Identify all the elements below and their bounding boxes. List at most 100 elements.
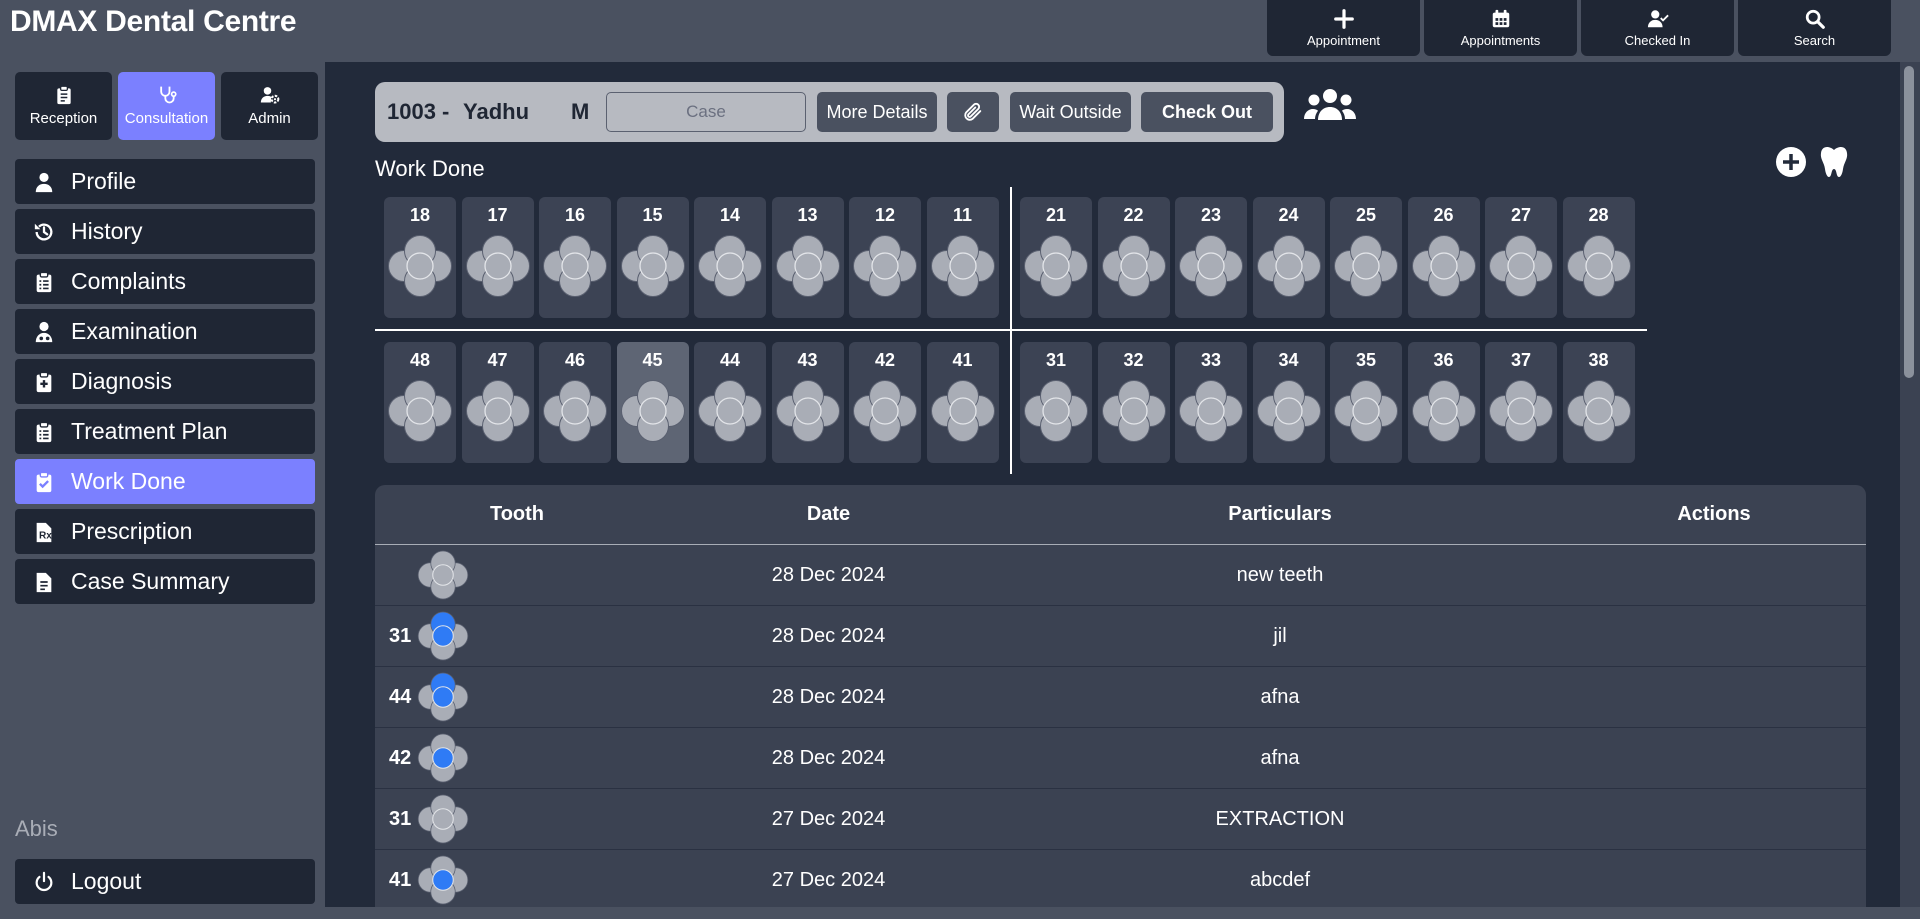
tooth-surface-center xyxy=(1507,252,1535,280)
tooth-15[interactable]: 15 xyxy=(616,197,689,318)
sidebar-item-label: Treatment Plan xyxy=(71,418,228,444)
tooth-45[interactable]: 45 xyxy=(616,342,689,463)
tooth-icon[interactable] xyxy=(1819,144,1849,178)
table-row[interactable]: 28 Dec 2024 new teeth xyxy=(375,545,1866,606)
tooth-13[interactable]: 13 xyxy=(771,197,844,318)
table-row[interactable]: 31 28 Dec 2024 jil xyxy=(375,606,1866,667)
tooth-number: 33 xyxy=(1200,350,1222,370)
scrollbar-thumb[interactable] xyxy=(1904,66,1914,378)
tooth-41[interactable]: 41 xyxy=(926,342,999,463)
tooth-28[interactable]: 28 xyxy=(1562,197,1635,318)
sidebar-item-history[interactable]: History xyxy=(15,209,315,254)
search-label: Search xyxy=(1793,33,1836,48)
tooth-34[interactable]: 34 xyxy=(1252,342,1325,463)
cell-date: 28 Dec 2024 xyxy=(771,624,886,647)
tooth-17[interactable]: 17 xyxy=(461,197,534,318)
mode-consultation[interactable]: Consultation xyxy=(118,72,215,140)
mode-admin[interactable]: Admin xyxy=(221,72,318,140)
case-input[interactable] xyxy=(606,92,806,132)
search-button[interactable]: Search xyxy=(1738,0,1891,56)
section-title: Work Done xyxy=(375,156,485,181)
checked-in-button[interactable]: Checked In xyxy=(1581,0,1734,56)
tooth-18[interactable]: 18 xyxy=(384,197,456,318)
tooth-32[interactable]: 32 xyxy=(1097,342,1170,463)
table-row[interactable]: 31 27 Dec 2024 EXTRACTION xyxy=(375,789,1866,850)
table-row[interactable]: 42 28 Dec 2024 afna xyxy=(375,728,1866,789)
cell-tooth: 42 xyxy=(375,730,659,786)
tooth-44[interactable]: 44 xyxy=(694,342,766,463)
tooth-31[interactable]: 31 xyxy=(1020,342,1092,463)
table-row[interactable]: 41 27 Dec 2024 abcdef xyxy=(375,850,1866,907)
sidebar-item-work-done[interactable]: Work Done xyxy=(15,459,315,504)
tooth-surface-diagram xyxy=(1489,380,1553,442)
tooth-surface-diagram xyxy=(620,380,685,442)
table-row[interactable]: 44 28 Dec 2024 afna xyxy=(375,667,1866,728)
tooth-21[interactable]: 21 xyxy=(1020,197,1092,318)
tooth-42[interactable]: 42 xyxy=(849,342,921,463)
tooth-11[interactable]: 11 xyxy=(926,197,999,318)
sidebar-item-case-summary[interactable]: Case Summary xyxy=(15,559,315,604)
plus-icon xyxy=(1333,9,1354,29)
more-details-button[interactable]: More Details xyxy=(817,92,937,132)
tooth-surface-center xyxy=(561,252,589,280)
tooth-surface-center xyxy=(793,397,822,425)
mode-reception-label: Reception xyxy=(29,110,98,127)
attachment-button[interactable] xyxy=(947,92,999,132)
tooth-36[interactable]: 36 xyxy=(1407,342,1480,463)
tooth-14[interactable]: 14 xyxy=(694,197,766,318)
tooth-48[interactable]: 48 xyxy=(384,342,456,463)
appointments-label: Appointments xyxy=(1460,33,1541,48)
cell-date: 28 Dec 2024 xyxy=(771,563,886,586)
tooth-surface-center xyxy=(1584,397,1613,425)
tooth-surface-diagram xyxy=(417,550,469,600)
tooth-26[interactable]: 26 xyxy=(1407,197,1480,318)
file-medical-icon xyxy=(36,371,52,392)
tooth-47[interactable]: 47 xyxy=(461,342,534,463)
sidebar-item-profile[interactable]: Profile xyxy=(15,159,315,204)
sidebar-item-label: History xyxy=(71,218,143,244)
cell-tooth xyxy=(375,547,659,603)
tooth-surface-diagram xyxy=(930,235,995,297)
tooth-46[interactable]: 46 xyxy=(539,342,611,463)
cell-date: 27 Dec 2024 xyxy=(771,807,886,830)
sidebar-item-examination[interactable]: Examination xyxy=(15,309,315,354)
appointments-button[interactable]: Appointments xyxy=(1424,0,1577,56)
tooth-surface-diagram xyxy=(775,380,840,442)
tooth-27[interactable]: 27 xyxy=(1485,197,1557,318)
vertical-scrollbar[interactable] xyxy=(1900,62,1920,907)
tooth-43[interactable]: 43 xyxy=(771,342,844,463)
tooth-24[interactable]: 24 xyxy=(1252,197,1325,318)
tooth-33[interactable]: 33 xyxy=(1175,342,1247,463)
logout-button[interactable]: Logout xyxy=(15,859,315,904)
tooth-16[interactable]: 16 xyxy=(539,197,611,318)
tooth-25[interactable]: 25 xyxy=(1330,197,1402,318)
tooth-22[interactable]: 22 xyxy=(1097,197,1170,318)
mode-reception[interactable]: Reception xyxy=(15,72,112,140)
tooth-12[interactable]: 12 xyxy=(849,197,921,318)
sidebar-item-prescription[interactable]: Rx Prescription xyxy=(15,509,315,554)
tooth-surface-diagram xyxy=(1179,235,1243,297)
users-group-icon[interactable] xyxy=(1303,86,1357,126)
tooth-surface-center xyxy=(1352,252,1380,280)
tooth-35[interactable]: 35 xyxy=(1330,342,1402,463)
plus-circle-icon[interactable] xyxy=(1775,146,1807,178)
tooth-23[interactable]: 23 xyxy=(1175,197,1247,318)
tooth-number: 25 xyxy=(1355,205,1377,225)
check-out-button[interactable]: Check Out xyxy=(1141,92,1273,132)
sidebar-item-treatment-plan[interactable]: Treatment Plan xyxy=(15,409,315,454)
sidebar-item-label: Profile xyxy=(71,168,137,194)
checked-in-label: Checked In xyxy=(1624,33,1691,48)
tooth-surface-center xyxy=(1042,252,1070,280)
tooth-surface-center xyxy=(1042,397,1070,425)
tooth-surface-center xyxy=(432,686,454,708)
sidebar-item-diagnosis[interactable]: Diagnosis xyxy=(15,359,315,404)
tooth-surface-center xyxy=(1429,252,1458,280)
tooth-number: 35 xyxy=(1355,350,1377,370)
tooth-38[interactable]: 38 xyxy=(1562,342,1635,463)
tooth-37[interactable]: 37 xyxy=(1485,342,1557,463)
clipboard-icon xyxy=(56,85,71,105)
sidebar-item-complaints[interactable]: Complaints xyxy=(15,259,315,304)
wait-outside-button[interactable]: Wait Outside xyxy=(1010,92,1131,132)
new-appointment-button[interactable]: Appointment xyxy=(1267,0,1420,56)
tooth-number: 23 xyxy=(1200,205,1222,225)
